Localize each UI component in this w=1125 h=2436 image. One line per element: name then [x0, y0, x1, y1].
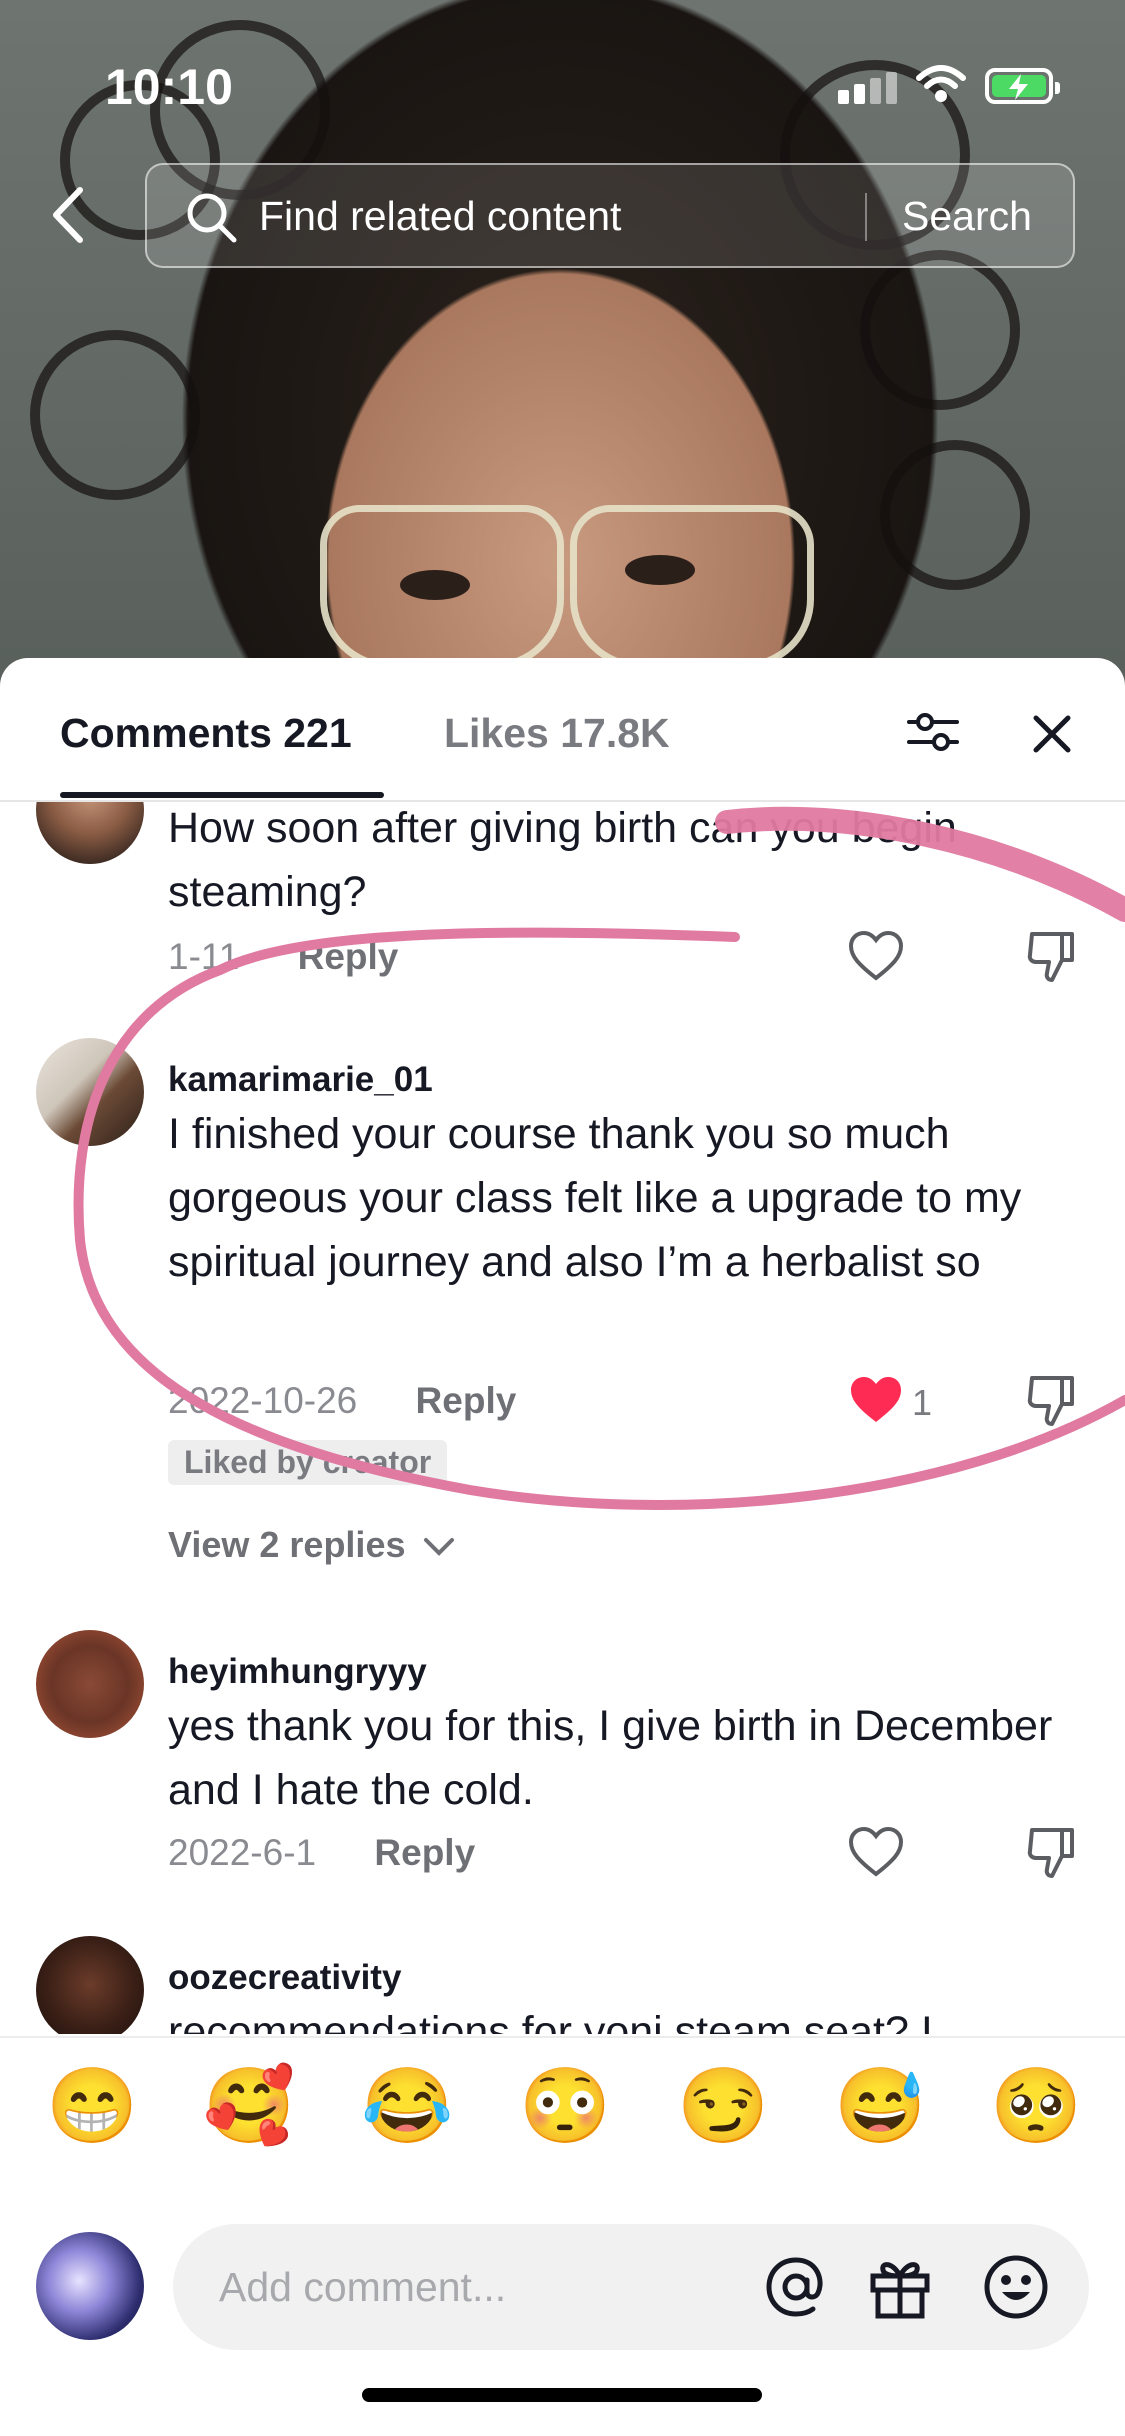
comment-date: 2022-10-26 [168, 1380, 358, 1421]
status-bar: 10:10 [0, 0, 1125, 170]
filter-sliders-icon[interactable] [905, 708, 961, 756]
comment-meta: 2022-10-26 Reply [168, 1380, 516, 1422]
comment-text: recommendations for yoni steam seat? I [168, 2008, 933, 2034]
comment-item: How soon after giving birth can you begi… [0, 802, 1125, 1012]
view-replies-label: View 2 replies [168, 1524, 406, 1565]
avatar[interactable] [36, 1038, 144, 1146]
like-count: 1 [912, 1382, 933, 1423]
search-input[interactable]: Find related content [259, 193, 621, 240]
heart-outline-icon[interactable] [848, 930, 904, 982]
heart-filled-icon[interactable] [848, 1374, 904, 1426]
comment-text: I finished your course thank you so much… [168, 1110, 1022, 1286]
search-divider [865, 193, 867, 241]
view-replies-button[interactable]: View 2 replies [168, 1524, 456, 1566]
emoji-hearts-face[interactable]: 🥰 [203, 2066, 295, 2146]
emoji-tears-of-joy[interactable]: 😂 [361, 2066, 453, 2146]
emoji-smile-icon[interactable] [981, 2252, 1051, 2322]
gift-icon[interactable] [865, 2252, 935, 2322]
thumbs-down-icon[interactable] [1026, 1824, 1078, 1880]
chevron-down-icon [423, 1538, 454, 1557]
comment-meta: 2022-6-1 Reply [168, 1832, 475, 1874]
comment-username[interactable]: heyimhungryyy [168, 1652, 427, 1692]
comment-username[interactable]: oozecreativity [168, 1958, 401, 1998]
emoji-smirk[interactable]: 😏 [677, 2066, 769, 2146]
liked-by-creator-badge: Liked by creator [168, 1440, 448, 1485]
tab-likes[interactable]: Likes 17.8K [444, 710, 670, 757]
active-tab-indicator [60, 792, 384, 798]
comment-meta: 1-11 Reply [168, 936, 398, 978]
emoji-flushed[interactable]: 😳 [519, 2066, 611, 2146]
close-icon[interactable] [1028, 710, 1076, 758]
comment-list[interactable]: How soon after giving birth can you begi… [0, 802, 1125, 2034]
search-icon [187, 193, 237, 243]
back-chevron-icon[interactable] [40, 180, 100, 250]
tab-comments[interactable]: Comments 221 [60, 710, 352, 757]
my-avatar[interactable] [36, 2232, 144, 2340]
avatar[interactable] [36, 1630, 144, 1738]
add-comment-input[interactable]: Add comment... [173, 2224, 1089, 2350]
battery-icon [985, 68, 1060, 104]
reply-button[interactable]: Reply [416, 1380, 517, 1421]
emoji-grin[interactable]: 😁 [46, 2066, 138, 2146]
avatar[interactable] [36, 1936, 144, 2034]
add-comment-placeholder: Add comment... [219, 2264, 507, 2310]
comment-date: 2022-6-1 [168, 1832, 317, 1873]
emoji-pleading[interactable]: 🥺 [990, 2066, 1082, 2146]
emoji-quick-bar: 😁 🥰 😂 😳 😏 😅 🥺 [0, 2036, 1125, 2178]
comment-username[interactable]: kamarimarie_01 [168, 1060, 433, 1100]
comment-text: How soon after giving birth can you begi… [168, 804, 957, 916]
heart-outline-icon[interactable] [848, 1826, 904, 1878]
comment-text: yes thank you for this, I give birth in … [168, 1702, 1053, 1814]
thumbs-down-icon[interactable] [1026, 928, 1078, 984]
avatar[interactable] [36, 802, 144, 864]
wifi-icon [916, 65, 966, 102]
search-button[interactable]: Search [902, 193, 1032, 240]
tab-bar: Comments 221 Likes 17.8K [0, 658, 1125, 802]
cellular-signal-icon [838, 72, 902, 104]
thumbs-down-icon[interactable] [1026, 1372, 1078, 1428]
comments-sheet: Comments 221 Likes 17.8K How soon after … [0, 658, 1125, 2436]
comment-date: 1-11 [168, 936, 240, 977]
emoji-sweat-smile[interactable]: 😅 [834, 2066, 926, 2146]
reply-button[interactable]: Reply [298, 936, 399, 977]
reply-button[interactable]: Reply [374, 1832, 475, 1873]
mention-at-icon[interactable] [759, 2250, 833, 2324]
home-indicator [362, 2388, 762, 2402]
status-time: 10:10 [105, 59, 233, 115]
search-bar[interactable]: Find related content Search [145, 163, 1075, 268]
